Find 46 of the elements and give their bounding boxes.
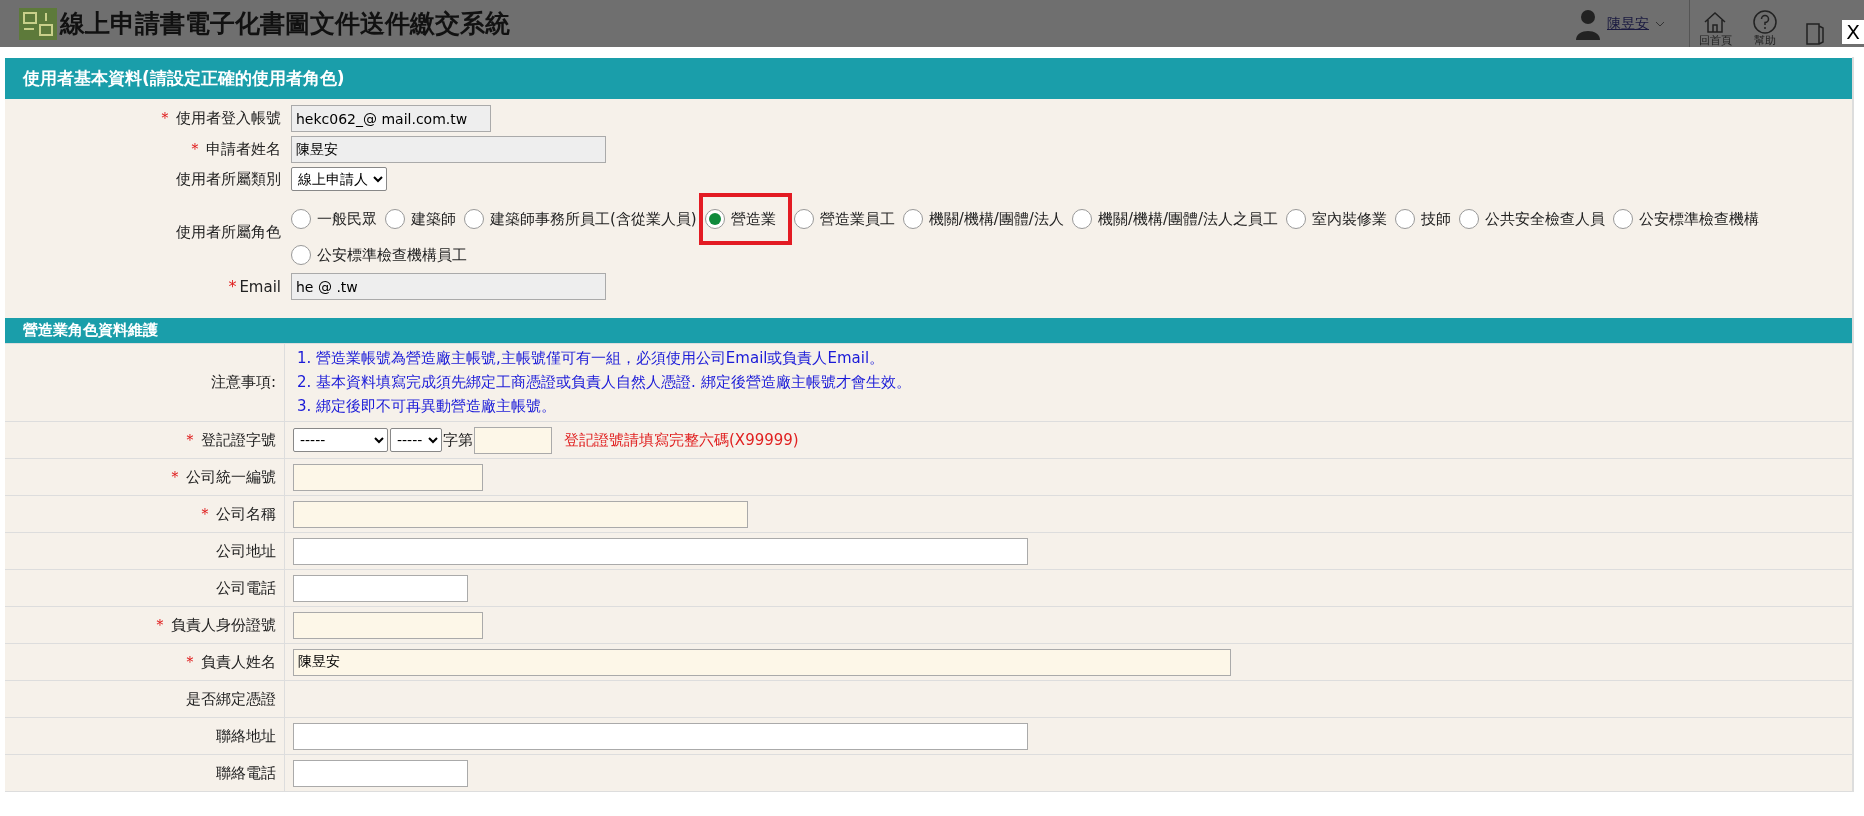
- hint-text: 登記證號請填寫完整六碼(X99999): [564, 430, 799, 450]
- close-button[interactable]: X: [1842, 20, 1864, 44]
- notice-text: 1. 營造業帳號為營造廠主帳號,主帳號僅可有一組，必須使用公司Email或負責人Email。: [297, 349, 885, 368]
- dropdown[interactable]: -----: [390, 428, 442, 452]
- field-label: ＊ 負責人姓名: [5, 644, 285, 681]
- text-field[interactable]: [293, 722, 1028, 750]
- field-label: 是否綁定憑證: [5, 681, 285, 718]
- text-field[interactable]: hekc062_@ mail.com.tw: [291, 105, 491, 132]
- section-header: 使用者基本資料(請設定正確的使用者角色): [5, 58, 1852, 99]
- highlighted-radio-option[interactable]: 營造業: [698, 193, 792, 245]
- field-label: 公司地址: [5, 533, 285, 570]
- notice-text: 2. 基本資料填寫完成須先綁定工商憑證或負責人自然人憑證. 綁定後營造廠主帳號才會生效。: [297, 373, 911, 392]
- home-icon: [1702, 9, 1728, 35]
- field-label: 公司電話: [5, 570, 285, 607]
- text-field[interactable]: [293, 759, 468, 787]
- text-field[interactable]: [293, 463, 483, 491]
- field-label: ＊ 負責人身份證號: [5, 607, 285, 644]
- field-label: 聯絡電話: [5, 755, 285, 792]
- text-field[interactable]: [293, 537, 1028, 565]
- field-label: 使用者所屬類別: [175, 169, 281, 189]
- user-icon: [1575, 7, 1601, 40]
- field-text: 字第: [443, 430, 473, 450]
- text-field[interactable]: [293, 500, 748, 528]
- category-dropdown[interactable]: 線上申請人: [291, 167, 387, 191]
- field-label: ＊ 公司統一編號: [5, 459, 285, 496]
- field-label: * Email: [227, 277, 281, 296]
- field-label: ＊ 申請者姓名: [186, 139, 281, 160]
- field-label: ＊ 使用者登入帳號: [156, 108, 281, 129]
- chevron-down-icon: [1655, 20, 1665, 27]
- text-field[interactable]: [293, 574, 468, 602]
- field-label: 聯絡地址: [5, 718, 285, 755]
- field-label: 使用者所屬角色: [175, 222, 281, 242]
- field-label: 注意事項:: [5, 344, 285, 422]
- text-field[interactable]: 陳昱安: [293, 648, 1231, 676]
- notice-text: 3. 綁定後即不可再異動營造廠主帳號。: [297, 397, 557, 416]
- dropdown[interactable]: -----: [293, 428, 388, 452]
- text-field[interactable]: he @ .tw: [291, 273, 606, 300]
- text-field[interactable]: [293, 611, 483, 639]
- text-field[interactable]: [474, 426, 552, 454]
- help-icon: [1752, 9, 1778, 35]
- logo-icon: [18, 6, 58, 41]
- section-header: 營造業角色資料維護: [5, 318, 1852, 343]
- field-label: ＊ 登記證字號: [5, 422, 285, 459]
- app-title: 線上申請書電子化書圖文件送件繳交系統: [60, 8, 510, 40]
- field-label: ＊ 公司名稱: [5, 496, 285, 533]
- text-field[interactable]: 陳昱安: [291, 136, 606, 163]
